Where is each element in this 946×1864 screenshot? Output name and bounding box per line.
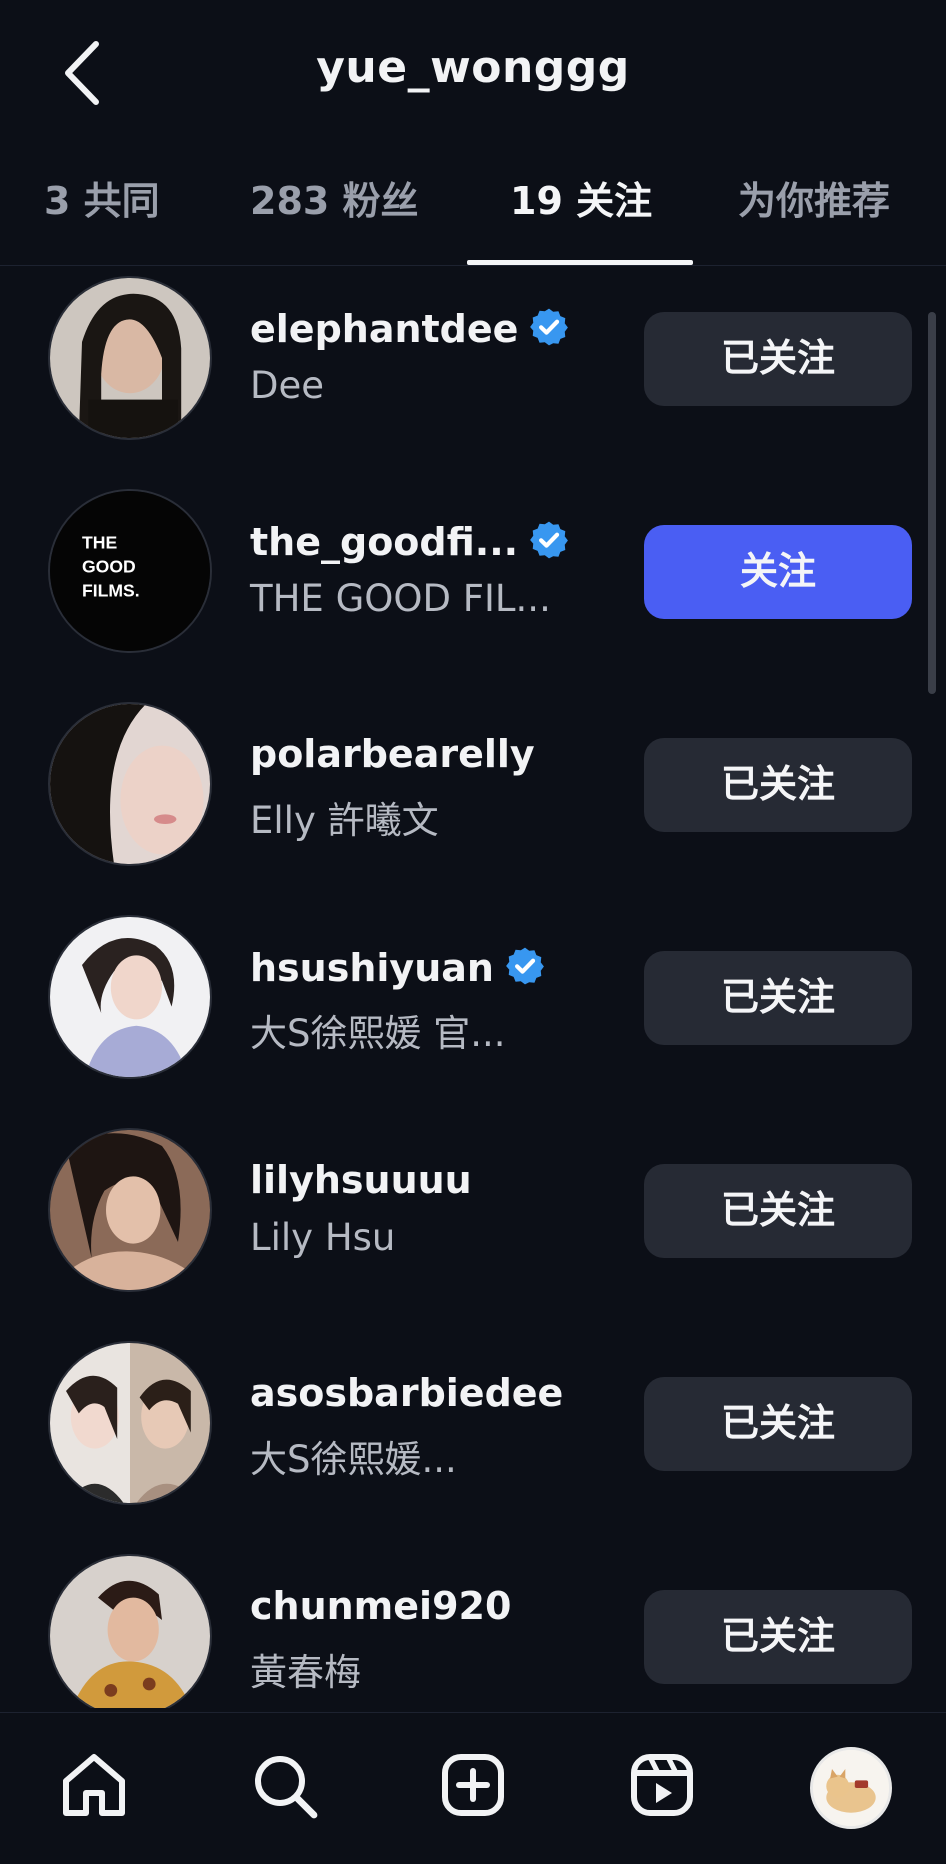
search-icon[interactable] bbox=[244, 1745, 324, 1825]
following-button[interactable]: 已关注 bbox=[644, 312, 912, 406]
active-tab-indicator bbox=[467, 260, 693, 265]
full-name: 黃春梅 bbox=[250, 1651, 361, 1694]
avatar[interactable] bbox=[48, 1554, 212, 1708]
tab-suggested[interactable]: 为你推荐 bbox=[738, 170, 890, 266]
tab-following[interactable]: 19 关注 bbox=[510, 170, 652, 266]
full-name: 大S徐熙媛... bbox=[250, 1438, 457, 1481]
list-item[interactable]: elephantdee Dee 已关注 bbox=[0, 272, 946, 484]
list-item[interactable]: THE GOOD FILMS. the_goodfi... THE GOOD F… bbox=[0, 485, 946, 697]
following-button[interactable]: 已关注 bbox=[644, 1590, 912, 1684]
avatar[interactable] bbox=[48, 702, 212, 866]
list-item[interactable]: asosbarbiedee 大S徐熙媛... 已关注 bbox=[0, 1337, 946, 1549]
tab-bar: 3 共同 283 粉丝 19 关注 为你推荐 bbox=[0, 170, 946, 266]
tab-followers[interactable]: 283 粉丝 bbox=[250, 170, 419, 266]
verified-badge-icon bbox=[506, 947, 544, 985]
username[interactable]: the_goodfi... bbox=[250, 519, 570, 564]
avatar-logo-line: GOOD bbox=[82, 557, 136, 577]
verified-badge-icon bbox=[530, 521, 568, 559]
username[interactable]: asosbarbiedee bbox=[250, 1371, 563, 1415]
avatar[interactable] bbox=[48, 1341, 212, 1505]
username[interactable]: chunmei920 bbox=[250, 1584, 511, 1628]
profile-avatar[interactable] bbox=[810, 1747, 892, 1829]
avatar-logo-line: FILMS. bbox=[82, 581, 140, 601]
list-item[interactable]: polarbearelly Elly 許曦文 已关注 bbox=[0, 698, 946, 910]
full-name: Lily Hsu bbox=[250, 1216, 396, 1259]
username[interactable]: hsushiyuan bbox=[250, 945, 546, 990]
avatar[interactable] bbox=[48, 1128, 212, 1292]
scrollbar[interactable] bbox=[928, 312, 936, 694]
username[interactable]: elephantdee bbox=[250, 306, 570, 351]
avatar[interactable] bbox=[48, 276, 212, 440]
following-button[interactable]: 已关注 bbox=[644, 738, 912, 832]
full-name: THE GOOD FIL... bbox=[250, 577, 551, 620]
avatar[interactable]: THE GOOD FILMS. bbox=[48, 489, 212, 653]
create-icon[interactable] bbox=[433, 1745, 513, 1825]
avatar[interactable] bbox=[48, 915, 212, 1079]
full-name: Elly 許曦文 bbox=[250, 799, 439, 842]
following-button[interactable]: 已关注 bbox=[644, 1164, 912, 1258]
following-button[interactable]: 已关注 bbox=[644, 1377, 912, 1471]
bottom-nav bbox=[0, 1712, 946, 1864]
follow-button[interactable]: 关注 bbox=[644, 525, 912, 619]
page-title: yue_wonggg bbox=[316, 42, 630, 93]
home-icon[interactable] bbox=[54, 1745, 134, 1825]
header: yue_wonggg bbox=[0, 0, 946, 150]
avatar-logo-line: THE bbox=[82, 533, 117, 553]
tab-mutual[interactable]: 3 共同 bbox=[44, 170, 160, 266]
list-item[interactable]: chunmei920 黃春梅 已关注 bbox=[0, 1550, 946, 1708]
following-list: elephantdee Dee 已关注 THE GOOD FILMS. the_… bbox=[0, 268, 946, 1708]
reels-icon[interactable] bbox=[622, 1745, 702, 1825]
following-button[interactable]: 已关注 bbox=[644, 951, 912, 1045]
full-name: Dee bbox=[250, 364, 325, 407]
verified-badge-icon bbox=[530, 308, 569, 346]
username[interactable]: lilyhsuuuu bbox=[250, 1158, 472, 1202]
list-item[interactable]: hsushiyuan 大S徐熙媛 官... 已关注 bbox=[0, 911, 946, 1123]
full-name: 大S徐熙媛 官... bbox=[250, 1012, 506, 1055]
username[interactable]: polarbearelly bbox=[250, 732, 535, 776]
list-item[interactable]: lilyhsuuuu Lily Hsu 已关注 bbox=[0, 1124, 946, 1336]
